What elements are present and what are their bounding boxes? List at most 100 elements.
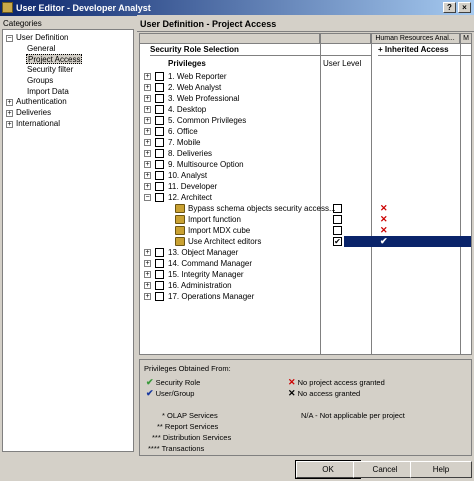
privilege-label: 14. Command Manager [168,259,253,268]
user-level-checkbox[interactable] [333,226,342,235]
privilege-row[interactable]: Import function ✕ [140,214,471,225]
privilege-group-row[interactable]: +14. Command Manager [140,258,471,269]
privilege-label: 6. Office [168,127,198,136]
expand-icon[interactable]: + [144,183,151,190]
legend-security-role-text: Security Role [155,378,201,387]
privilege-group-row[interactable]: +13. Object Manager [140,247,471,258]
privilege-label: 7. Mobile [168,138,201,147]
collapse-icon[interactable]: − [144,194,151,201]
more-project-column-header[interactable]: M [460,34,471,44]
legend-transactions: **** Transactions [148,444,205,453]
expand-icon[interactable]: + [144,282,151,289]
red-x-icon: ✕ [380,225,388,235]
group-checkbox[interactable] [155,149,164,158]
legend-no-project-access: ✕ No project access granted [288,377,385,388]
expand-icon[interactable]: + [6,110,13,117]
privilege-row[interactable]: ✔ Use Architect editors ✔ [140,236,471,247]
privilege-group-row[interactable]: +8. Deliveries [140,148,471,159]
group-checkbox[interactable] [155,281,164,290]
privilege-group-row[interactable]: +11. Developer [140,181,471,192]
privilege-label: 10. Analyst [168,171,208,180]
user-level-spacer [320,44,371,56]
privilege-row[interactable]: Import MDX cube ✕ [140,225,471,236]
expand-icon[interactable]: + [144,271,151,278]
privilege-label: Use Architect editors [188,237,262,246]
group-checkbox[interactable] [155,83,164,92]
ok-button[interactable]: OK [295,460,361,479]
privilege-label: 15. Integrity Manager [168,270,244,279]
group-checkbox[interactable] [155,193,164,202]
legend-olap: * OLAP Services [162,411,218,420]
privilege-group-row[interactable]: +7. Mobile [140,137,471,148]
privilege-group-row[interactable]: +16. Administration [140,280,471,291]
group-checkbox[interactable] [155,248,164,257]
group-checkbox[interactable] [155,292,164,301]
window-title: User Editor - Developer Analyst [16,3,151,13]
tree-item-import-data[interactable]: Import Data [27,87,69,97]
expand-icon[interactable]: + [144,172,151,179]
expand-icon[interactable]: + [144,161,151,168]
tree-item-security-filter[interactable]: Security filter [27,65,73,75]
expand-icon[interactable]: + [144,95,151,102]
privilege-group-row[interactable]: +15. Integrity Manager [140,269,471,280]
user-level-checkbox[interactable]: ✔ [333,237,342,246]
group-checkbox[interactable] [155,105,164,114]
red-x-icon: ✕ [288,377,296,387]
privilege-group-row[interactable]: +6. Office [140,126,471,137]
group-checkbox[interactable] [155,171,164,180]
group-checkbox[interactable] [155,94,164,103]
group-checkbox[interactable] [155,259,164,268]
group-checkbox[interactable] [155,138,164,147]
privilege-group-row[interactable]: +4. Desktop [140,104,471,115]
privilege-group-row[interactable]: − 12. Architect [140,192,471,203]
expand-icon[interactable]: + [144,73,151,80]
tree-item-user-definition[interactable]: User Definition [16,33,68,43]
project-column-header[interactable]: Human Resources Anal... [371,34,460,44]
categories-tree[interactable]: − User Definition General Project Access… [2,29,134,452]
privilege-group-row[interactable]: +10. Analyst [140,170,471,181]
expand-icon[interactable]: + [144,84,151,91]
expand-icon[interactable]: + [144,106,151,113]
categories-label: Categories [3,19,42,28]
tree-item-groups[interactable]: Groups [27,76,53,86]
group-checkbox[interactable] [155,116,164,125]
privilege-group-row[interactable]: +1. Web Reporter [140,71,471,82]
privilege-group-row[interactable]: +3. Web Professional [140,93,471,104]
legend-security-role: ✔ Security Role [146,377,200,388]
privileges-grid[interactable]: Human Resources Anal... M Security Role … [139,33,472,355]
expand-icon[interactable]: + [144,139,151,146]
collapse-icon[interactable]: − [6,35,13,42]
tree-item-deliveries[interactable]: Deliveries [16,108,51,118]
user-level-checkbox[interactable] [333,215,342,224]
help-button[interactable]: Help [410,461,472,478]
privilege-group-row[interactable]: +2. Web Analyst [140,82,471,93]
expand-icon[interactable]: + [144,249,151,256]
expand-icon[interactable]: + [6,121,13,128]
group-checkbox[interactable] [155,160,164,169]
tree-item-general[interactable]: General [27,44,55,54]
expand-icon[interactable]: + [144,128,151,135]
tree-item-authentication[interactable]: Authentication [16,97,67,107]
inherited-access-label[interactable]: + Inherited Access [378,44,471,56]
tree-item-project-access[interactable]: Project Access [26,54,83,64]
privileges-column-label: Privileges [168,59,206,68]
privilege-group-row[interactable]: +17. Operations Manager [140,291,471,302]
privilege-row[interactable]: Bypass schema objects security access...… [140,203,471,214]
privilege-icon [175,226,185,235]
close-window-button[interactable]: × [458,2,471,13]
group-checkbox[interactable] [155,182,164,191]
help-title-button[interactable]: ? [443,2,456,13]
tree-item-international[interactable]: International [16,119,60,129]
expand-icon[interactable]: + [144,260,151,267]
expand-icon[interactable]: + [144,117,151,124]
expand-icon[interactable]: + [6,99,13,106]
privilege-label: Import MDX cube [188,226,251,235]
expand-icon[interactable]: + [144,150,151,157]
group-checkbox[interactable] [155,127,164,136]
cancel-button[interactable]: Cancel [353,461,417,478]
expand-icon[interactable]: + [144,293,151,300]
group-checkbox[interactable] [155,270,164,279]
group-checkbox[interactable] [155,72,164,81]
privilege-group-row[interactable]: +9. Multisource Option [140,159,471,170]
privilege-group-row[interactable]: +5. Common Privileges [140,115,471,126]
